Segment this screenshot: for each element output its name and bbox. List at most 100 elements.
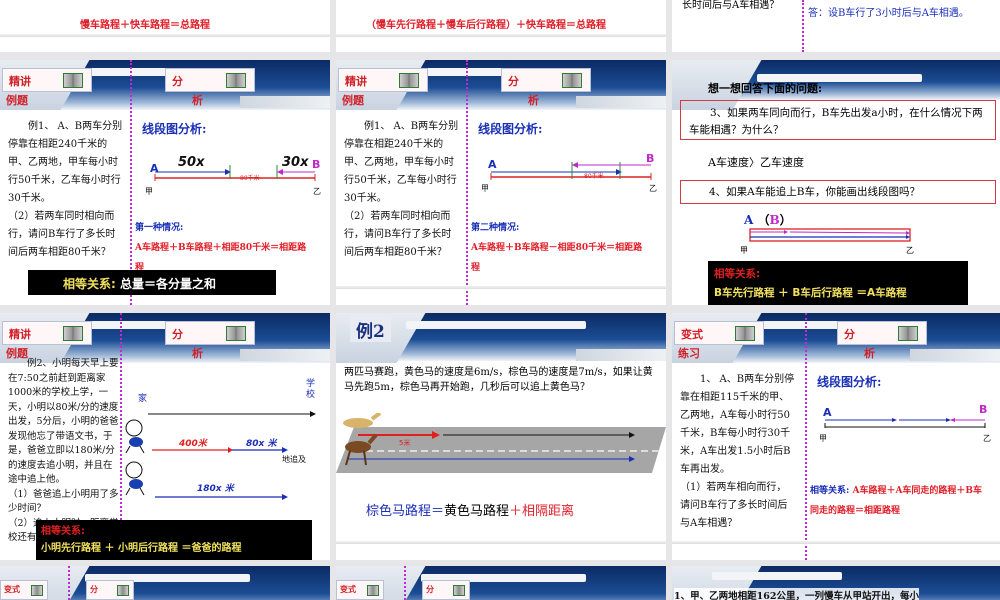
slide-text: 1、甲、乙两地相距162公里，一列慢车从甲站开出，每小 xyxy=(674,588,919,600)
label-yi: 乙 xyxy=(313,187,321,196)
label-liti: 例题 xyxy=(6,94,28,107)
label-yi: 乙 xyxy=(906,246,914,255)
book-icon xyxy=(31,585,43,596)
header-label-box: 分 xyxy=(165,321,255,345)
gap-label: 5米 xyxy=(399,438,410,447)
slide-thumb-r3c2[interactable]: 变式 分 xyxy=(336,566,666,600)
b-distance: 30x xyxy=(282,155,309,170)
relation-text: 小明先行路程 ＋ 小明后行路程 ＝爸爸的路程 xyxy=(41,543,242,554)
label-yi: 乙 xyxy=(983,434,991,443)
relation-text: 相等关系: A车路程＋A车同走的路程＋B车同走的路程＝相距路程 xyxy=(810,486,983,516)
label-fen: 分 xyxy=(172,75,183,88)
header-label-box: 变式 xyxy=(336,580,384,600)
divider xyxy=(802,0,804,52)
label-fen: 分 xyxy=(508,75,519,88)
relation-label: 相等关系: xyxy=(63,277,116,291)
label-liti: 例题 xyxy=(342,94,364,107)
book-icon xyxy=(735,326,755,341)
slide-thumb-variant-exercise[interactable]: 变式 练习 分 析 1、 A、B两车分别停靠在相距115千米的甲、乙两地，A车每… xyxy=(672,313,1000,560)
boy-runner-icon xyxy=(125,419,145,454)
chase-diagram: 400米 80x 米 180x 米 地追及 xyxy=(125,411,316,500)
header-label-box: 分 xyxy=(422,580,470,600)
header-label-box: 分 xyxy=(501,68,591,92)
distance-400: 400米 xyxy=(178,438,209,449)
distance-180x: 180x 米 xyxy=(197,483,236,494)
point-b: B xyxy=(312,158,320,171)
label-xi: 析 xyxy=(192,347,203,360)
book-icon xyxy=(117,585,129,596)
slide-text: 慢车路程＋快车路程＝总路程 xyxy=(80,20,210,31)
book-icon xyxy=(367,585,379,596)
point-b: B xyxy=(769,213,780,227)
divider xyxy=(130,60,132,305)
slide-thumb-r0c2[interactable]: （慢车先行路程＋慢车后行路程）＋快车路程＝总路程 xyxy=(336,0,666,52)
book-icon xyxy=(898,326,918,341)
slide-thumb-example2-xiaoming[interactable]: 精讲 例题 分 析 例2、小明每天早上要在7:50之前赶到距离家1000米的学校… xyxy=(0,313,330,560)
point-a: A xyxy=(823,406,832,419)
race-track-diagram: 5米 xyxy=(336,413,666,473)
book-icon xyxy=(453,585,465,596)
line-segment-diagram: A B 甲 乙 xyxy=(819,403,991,443)
relation-banner: 相等关系: 总量＝各分量之和 xyxy=(28,270,276,295)
relation-banner: 相等关系: B车先行路程 ＋ B车后行路程 ＝A车路程 xyxy=(708,261,968,305)
point-b: B xyxy=(646,152,654,165)
slide-thumb-example1-case2[interactable]: 精讲 例题 分 析 例1、 A、B两车分别停靠在相距240千米的甲、乙两地，甲车… xyxy=(336,60,666,305)
problem-text: 1、 A、B两车分别停靠在相距115千米的甲、乙两地，A车每小时行50千米，B车… xyxy=(680,374,795,529)
label-fen: 分 xyxy=(426,585,434,594)
relation-text: 总量＝各分量之和 xyxy=(120,277,217,291)
divider xyxy=(404,566,406,600)
book-icon xyxy=(562,73,582,88)
header-label-box: 分 xyxy=(165,68,255,92)
point-a: A xyxy=(744,213,754,227)
label-jia: 甲 xyxy=(740,246,748,255)
label-xi: 析 xyxy=(192,94,203,107)
catch-point-label: 地追及 xyxy=(282,454,306,464)
distance-80x: 80x 米 xyxy=(246,438,278,449)
header-label-box: 变式 xyxy=(0,580,48,600)
label-jingjiang: 精讲 xyxy=(345,75,367,88)
label-xi: 析 xyxy=(528,94,539,107)
answer-text: 答：设B车行了3小时后与A车相遇。 xyxy=(808,8,969,19)
slide-thumb-r3c3[interactable]: 1、甲、乙两地相距162公里，一列慢车从甲站开出，每小 xyxy=(672,566,1000,600)
analysis-title: 线段图分析: xyxy=(142,122,207,136)
divider xyxy=(466,60,468,305)
label-jingjiang: 精讲 xyxy=(9,75,31,88)
equation: 棕色马路程＝黄色马路程＋相隔距离 xyxy=(366,504,575,519)
slide-thumb-horse-race[interactable]: 例2 两匹马赛跑，黄色马的速度是6m/s，棕色马的速度是7m/s，如果让黄马先跑… xyxy=(336,313,666,560)
slide-thumb-r3c1[interactable]: 变式 分 xyxy=(0,566,330,600)
slide-text: （慢车先行路程＋慢车后行路程）＋快车路程＝总路程 xyxy=(366,20,606,31)
slide-thumb-r0c1[interactable]: 慢车路程＋快车路程＝总路程 xyxy=(0,0,330,52)
divider xyxy=(68,566,70,600)
gap-label: 80千米 xyxy=(584,172,604,180)
header-label-box: 精讲 xyxy=(2,68,92,92)
header-label-box: 精讲 xyxy=(338,68,428,92)
label-jia: 甲 xyxy=(145,187,153,196)
book-icon xyxy=(63,326,83,341)
point-a: A xyxy=(150,162,159,175)
question-3: 3、如果两车同向而行，B车先出发a小时，在什么情况下两车能相遇？为什么？ xyxy=(680,100,996,140)
label-fen: 分 xyxy=(844,328,855,341)
label-xi: 析 xyxy=(864,347,875,360)
slide-text: 长时间后与A车相遇？ xyxy=(682,0,780,11)
label-bianshi: 变式 xyxy=(681,328,703,341)
father-runner-icon xyxy=(125,461,145,496)
slide-thumb-r0c3[interactable]: 长时间后与A车相遇？ 答：设B车行了3小时后与A车相遇。 xyxy=(672,0,1000,52)
label-jingjiang: 精讲 xyxy=(9,328,31,341)
header-label-box: 精讲 xyxy=(2,321,92,345)
case-title: 第二种情况: xyxy=(471,223,520,233)
question-4: 4、如果A车能追上B车，你能画出线段图吗？ xyxy=(680,180,996,204)
relation-label: 相等关系: xyxy=(714,268,761,280)
analysis-title: 线段图分析: xyxy=(817,375,882,389)
label-bianshi: 变式 xyxy=(4,585,20,594)
header-label-box: 分 xyxy=(86,580,134,600)
case-title: 第一种情况: xyxy=(135,223,184,233)
problem-text: 例2、小明每天早上要在7:50之前赶到距离家1000米的学校上学，一天，小明以8… xyxy=(8,358,119,543)
slide-title: 例2 xyxy=(350,317,391,342)
point-a: A xyxy=(488,158,497,171)
yellow-horse-icon xyxy=(343,413,382,428)
slide-thumb-think-questions[interactable]: 想一想回答下面的问题: 3、如果两车同向而行，B车先出发a小时，在什么情况下两车… xyxy=(672,60,1000,305)
divider xyxy=(805,313,807,560)
gap-label: 80千米 xyxy=(240,174,260,182)
header-label-box: 变式 xyxy=(674,321,764,345)
slide-thumb-example1-case1[interactable]: 精讲 例题 分 析 例1、 A、B两车分别停靠在相距240千米的甲、乙两地，甲车… xyxy=(0,60,330,305)
